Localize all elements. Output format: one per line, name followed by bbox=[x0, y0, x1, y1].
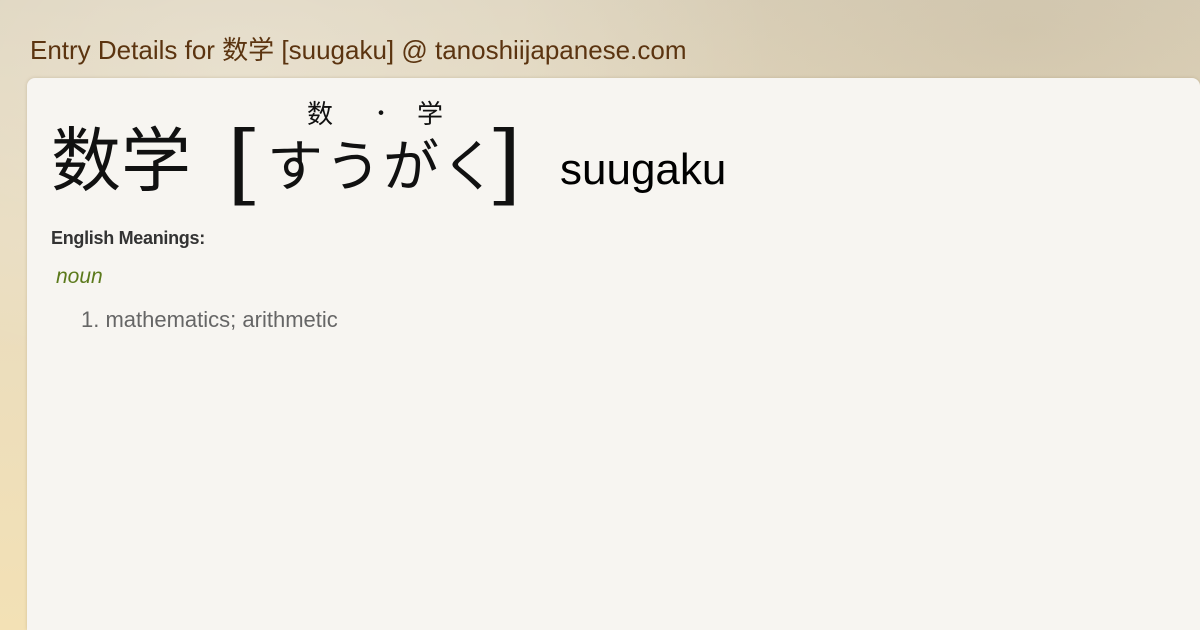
meaning-item: 1. mathematics; arithmetic bbox=[81, 307, 338, 332]
meaning-list: 1. mathematics; arithmetic bbox=[81, 307, 338, 333]
page-title: Entry Details for 数学 [suugaku] @ tanoshi… bbox=[30, 35, 687, 65]
entry-reading-kana: すうがく bbox=[267, 135, 499, 200]
furigana-kanji-2: 学 bbox=[417, 100, 444, 130]
entry-romaji: suugaku bbox=[560, 145, 727, 194]
entry-card: 数学 [ 数 ・ 学 すうがく ] suugaku English Meanin… bbox=[27, 78, 1200, 630]
furigana-separator: ・ bbox=[370, 102, 393, 127]
part-of-speech-label: noun bbox=[56, 265, 103, 288]
furigana-kanji-1: 数 bbox=[307, 100, 334, 130]
reading-bracket-close: ] bbox=[487, 112, 522, 215]
entry-kanji: 数学 bbox=[51, 120, 191, 202]
meanings-heading: English Meanings: bbox=[51, 228, 205, 248]
reading-bracket-open: [ bbox=[227, 112, 262, 215]
